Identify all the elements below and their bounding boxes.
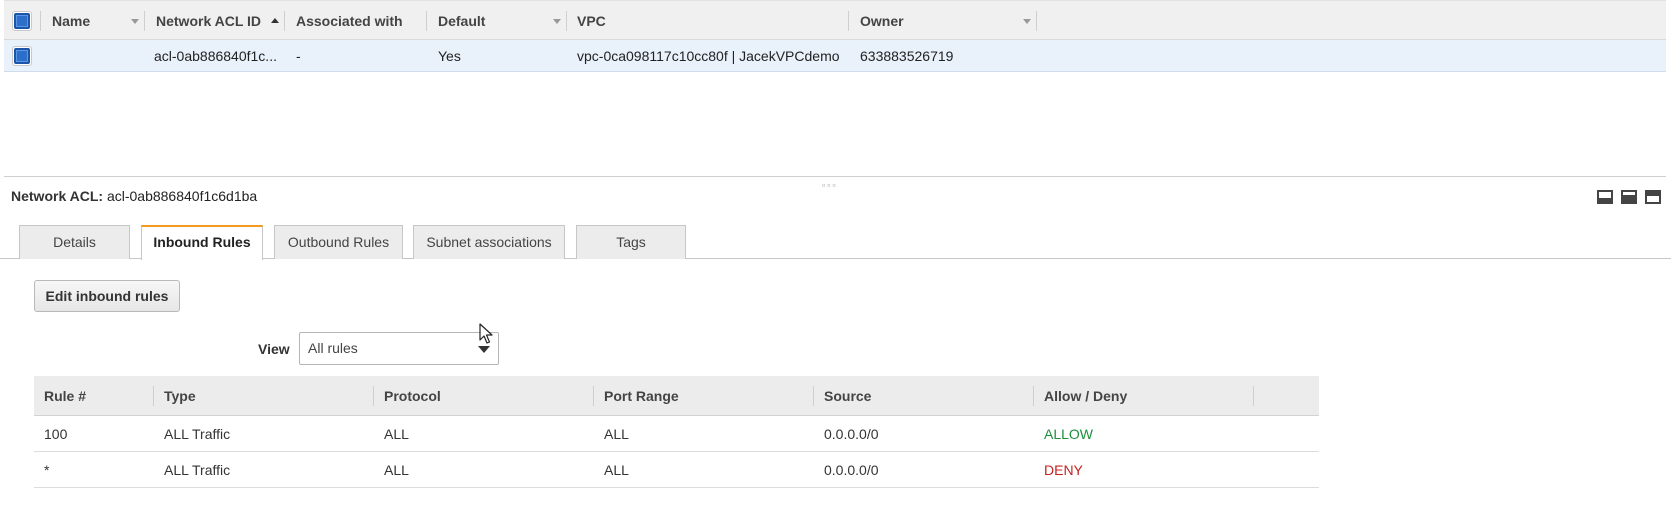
pane-layout-controls	[1597, 190, 1661, 204]
cell-acl-id: acl-0ab886840f1c...	[154, 48, 277, 64]
column-divider	[593, 386, 594, 406]
rule-protocol: ALL	[384, 462, 409, 478]
row-checkbox[interactable]	[12, 46, 32, 66]
pane-splitter[interactable]	[4, 176, 1666, 177]
view-filter-value: All rules	[308, 340, 358, 356]
sort-ascending-icon[interactable]	[271, 18, 279, 23]
rules-header-row: Rule # Type Protocol Port Range Source A…	[34, 376, 1319, 416]
rule-source: 0.0.0.0/0	[824, 426, 879, 442]
rule-type: ALL Traffic	[164, 426, 231, 442]
column-divider	[284, 11, 285, 31]
column-header-name[interactable]: Name	[52, 1, 90, 41]
rule-action-allow: ALLOW	[1044, 426, 1094, 442]
column-divider	[144, 11, 145, 31]
rule-number: *	[44, 462, 50, 478]
rules-header-protocol: Protocol	[384, 388, 441, 404]
sort-caret-icon[interactable]	[1023, 19, 1031, 24]
table-row[interactable]: acl-0ab886840f1c... - Yes vpc-0ca098117c…	[4, 40, 1666, 72]
sort-caret-icon[interactable]	[553, 19, 561, 24]
column-divider	[1036, 11, 1037, 31]
column-divider	[813, 386, 814, 406]
rule-source: 0.0.0.0/0	[824, 462, 879, 478]
tab-details[interactable]: Details	[19, 225, 130, 259]
column-divider	[153, 386, 154, 406]
column-header-associated[interactable]: Associated with	[296, 1, 403, 41]
inbound-rules-table: Rule # Type Protocol Port Range Source A…	[34, 376, 1319, 488]
view-filter-select[interactable]: All rules	[299, 332, 499, 365]
detail-title-value: acl-0ab886840f1c6d1ba	[106, 188, 258, 204]
layout-maximize-icon[interactable]	[1645, 190, 1661, 204]
rules-header-allow-deny: Allow / Deny	[1044, 388, 1128, 404]
edit-inbound-rules-button[interactable]: Edit inbound rules	[34, 280, 180, 312]
rule-action-deny: DENY	[1044, 462, 1083, 478]
network-acl-table: Name Network ACL ID Associated with Defa…	[4, 0, 1666, 72]
column-divider	[848, 11, 849, 31]
rule-protocol: ALL	[384, 426, 409, 442]
column-divider	[566, 11, 567, 31]
column-header-owner[interactable]: Owner	[860, 1, 904, 41]
rule-port-range: ALL	[604, 426, 629, 442]
checkbox-checked-icon	[14, 48, 30, 64]
tab-outbound-rules[interactable]: Outbound Rules	[274, 225, 403, 259]
mouse-cursor-icon	[479, 323, 493, 344]
tab-inbound-rules[interactable]: Inbound Rules	[141, 225, 263, 260]
sort-caret-icon[interactable]	[131, 19, 139, 24]
table-row: * ALL Traffic ALL ALL 0.0.0.0/0 DENY	[34, 452, 1319, 488]
tab-subnet-associations[interactable]: Subnet associations	[413, 225, 565, 259]
checkbox-checked-icon	[14, 13, 30, 29]
dropdown-caret-icon	[478, 346, 490, 353]
rules-header-source: Source	[824, 388, 872, 404]
layout-bottom-half-icon[interactable]	[1621, 190, 1637, 204]
rule-number: 100	[44, 426, 68, 442]
column-header-default[interactable]: Default	[438, 1, 485, 41]
rules-header-type: Type	[164, 388, 196, 404]
column-divider	[1253, 386, 1254, 406]
table-row: 100 ALL Traffic ALL ALL 0.0.0.0/0 ALLOW	[34, 416, 1319, 452]
layout-bottom-small-icon[interactable]	[1597, 190, 1613, 204]
rules-header-port-range: Port Range	[604, 388, 679, 404]
vpc-link[interactable]: vpc-0ca098117c10cc80f | JacekVPCdemo	[577, 40, 847, 72]
column-divider	[1033, 386, 1034, 406]
view-label: View	[258, 341, 290, 357]
column-header-acl-id[interactable]: Network ACL ID	[156, 1, 261, 41]
detail-title: Network ACL: acl-0ab886840f1c6d1ba	[11, 188, 257, 204]
cell-name	[52, 40, 142, 72]
detail-title-label: Network ACL:	[11, 188, 104, 204]
rule-port-range: ALL	[604, 462, 629, 478]
rule-type: ALL Traffic	[164, 462, 231, 478]
column-divider	[426, 11, 427, 31]
table-header-row: Name Network ACL ID Associated with Defa…	[4, 0, 1666, 40]
select-all-checkbox[interactable]	[12, 11, 32, 31]
column-divider	[373, 386, 374, 406]
drag-handle-icon[interactable]: ▫▫▫	[822, 180, 838, 190]
detail-tabs: Details Inbound Rules Outbound Rules Sub…	[0, 225, 1671, 260]
cell-owner: 633883526719	[860, 48, 954, 64]
cell-default: Yes	[438, 48, 461, 64]
cell-associated: -	[296, 48, 301, 64]
column-header-vpc[interactable]: VPC	[577, 1, 606, 41]
tab-tags[interactable]: Tags	[576, 225, 686, 259]
column-divider	[40, 11, 41, 31]
rules-header-rule: Rule #	[44, 388, 87, 404]
